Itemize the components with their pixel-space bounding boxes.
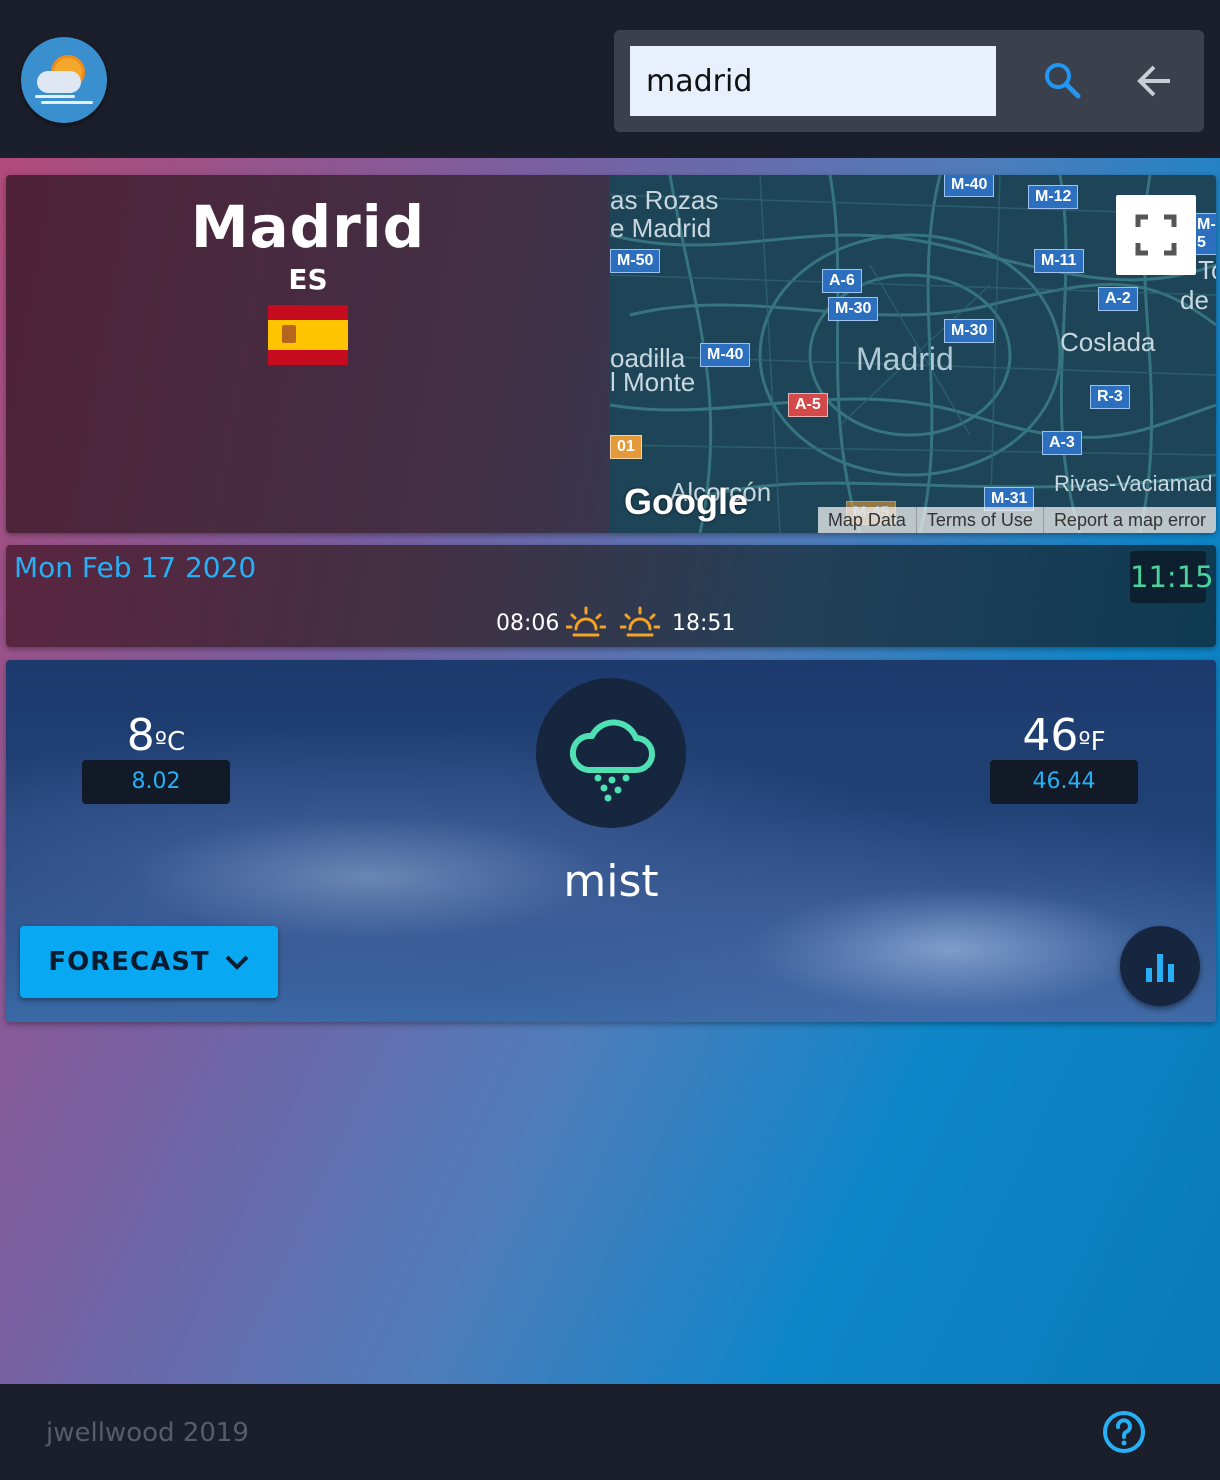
- exact-fahrenheit: 46.44: [990, 760, 1138, 804]
- map-place-label: de: [1180, 285, 1209, 315]
- exact-celsius: 8.02: [82, 760, 230, 804]
- map-road-shield: M-40: [700, 343, 751, 367]
- map-place-label: l Monte: [610, 367, 696, 397]
- sunset-icon: [620, 606, 660, 637]
- sunrise-time: 08:06: [496, 611, 560, 636]
- app-footer: jwellwood 2019: [0, 1384, 1220, 1480]
- country-code: ES: [288, 263, 328, 296]
- map-road-shield: A-3: [1042, 431, 1082, 455]
- map-place-label: e Madrid: [610, 213, 712, 243]
- map-road-shield: M-12: [1028, 185, 1079, 209]
- city-map[interactable]: as Rozas e Madrid oadilla l Monte Madrid…: [610, 175, 1216, 533]
- cloud-rain-icon: [569, 719, 655, 802]
- map-place-label: Madrid: [856, 341, 954, 377]
- google-logo: Google: [624, 481, 748, 522]
- help-icon[interactable]: [1102, 1410, 1146, 1454]
- search-icon[interactable]: [1038, 56, 1088, 106]
- back-arrow-icon[interactable]: [1130, 56, 1180, 106]
- map-place-label: Rivas-Vaciamad: [1054, 471, 1213, 496]
- map-road-shield: M-30: [828, 297, 879, 321]
- city-name: Madrid: [190, 193, 426, 261]
- map-place-label: as Rozas: [610, 185, 719, 215]
- fahrenheit-unit: ºF: [1078, 727, 1106, 757]
- map-road-shield: A-5: [788, 393, 828, 417]
- footer-credit: jwellwood 2019: [46, 1418, 249, 1448]
- temp-celsius-value: 8: [126, 710, 155, 761]
- search-bar: [614, 30, 1204, 132]
- map-road-shield: M-11: [1034, 249, 1084, 273]
- forecast-button[interactable]: FORECAST: [20, 926, 278, 998]
- app-header: [0, 0, 1220, 158]
- sunrise-icon: [566, 606, 606, 637]
- map-road-shield: M-40: [944, 175, 995, 197]
- map-road-shield: 01: [610, 435, 642, 459]
- temp-celsius: 8ºC: [82, 710, 230, 761]
- current-date: Mon Feb 17 2020: [14, 551, 257, 584]
- map-road-shield: R-3: [1090, 385, 1130, 409]
- weather-card: 8ºC 8.02 mist 46ºF 46.44 FORECAST: [6, 660, 1216, 1022]
- map-place-label: To: [1198, 255, 1216, 285]
- local-time: 11:15: [1130, 551, 1214, 603]
- map-report-link[interactable]: Report a map error: [1042, 507, 1216, 533]
- date-card: Mon Feb 17 2020 11:15 08:06 18:51: [6, 545, 1216, 647]
- bar-chart-icon: [1146, 954, 1174, 982]
- map-place-label: Coslada: [1060, 327, 1156, 357]
- weather-condition-badge: [536, 678, 686, 828]
- fullscreen-icon: [1135, 214, 1177, 256]
- map-road-shield: A-6: [822, 269, 862, 293]
- celsius-unit: ºC: [154, 727, 186, 757]
- map-terms-link[interactable]: Terms of Use: [915, 507, 1043, 533]
- chevron-down-icon: [225, 955, 249, 970]
- map-road-shield: M-30: [944, 319, 995, 343]
- spain-flag-icon: [268, 305, 348, 365]
- map-road-shield: A-2: [1098, 287, 1138, 311]
- sunset-time: 18:51: [672, 611, 736, 636]
- map-road-shield: M-50: [610, 249, 661, 273]
- app-logo-icon[interactable]: [21, 37, 107, 123]
- weather-condition: mist: [563, 856, 659, 907]
- chart-button[interactable]: [1120, 926, 1200, 1006]
- map-attribution: Map Data Terms of Use Report a map error: [817, 507, 1216, 533]
- temp-fahrenheit: 46ºF: [990, 710, 1138, 761]
- temp-fahrenheit-value: 46: [1022, 710, 1079, 761]
- forecast-button-label: FORECAST: [48, 947, 210, 977]
- map-data-link[interactable]: Map Data: [818, 507, 916, 533]
- map-fullscreen-button[interactable]: [1116, 195, 1196, 275]
- search-input[interactable]: [630, 46, 996, 116]
- city-card: Madrid ES as Rozas e Madrid oadilla l Mo…: [6, 175, 1216, 533]
